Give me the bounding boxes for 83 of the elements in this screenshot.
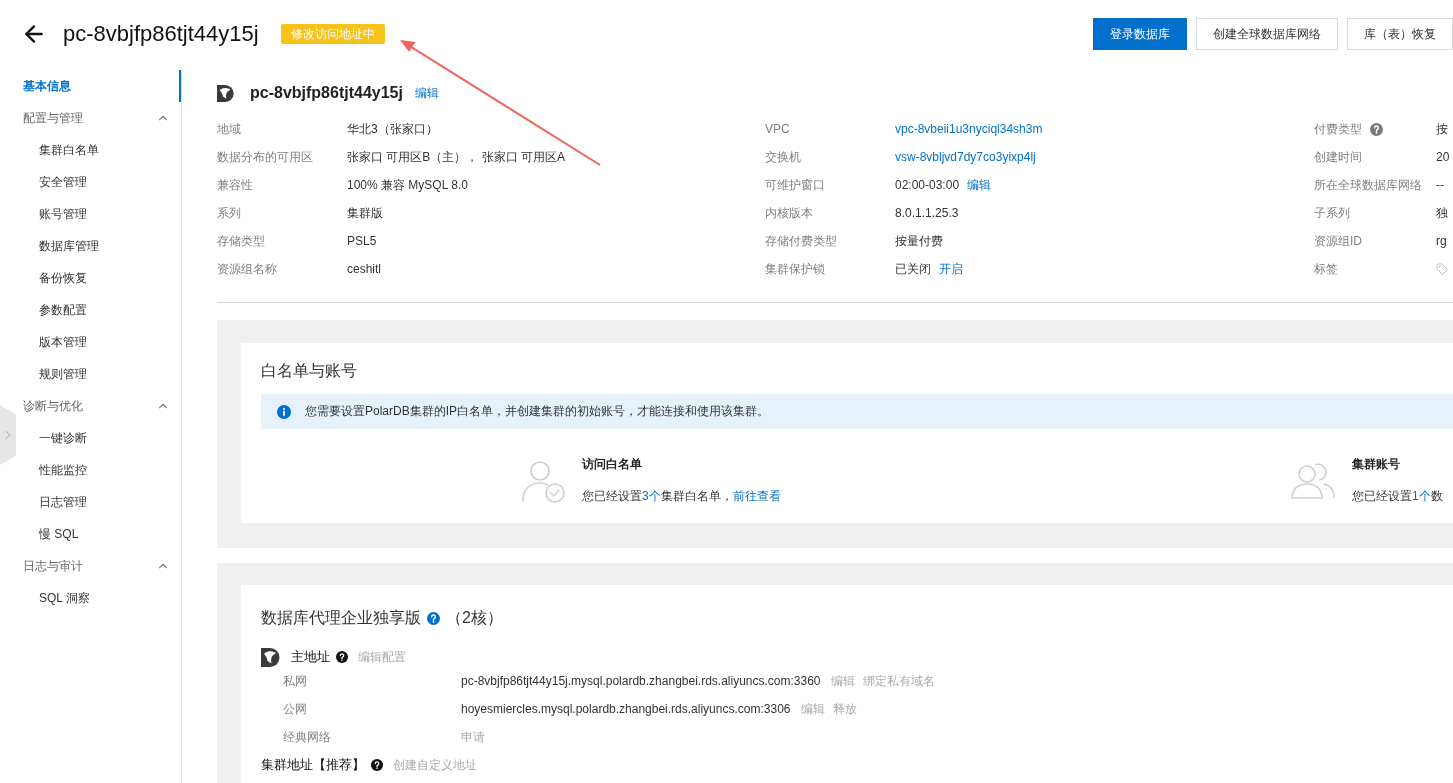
user-check-icon (520, 458, 566, 504)
field-label: 系列 (217, 204, 241, 222)
network-label: 私网 (282, 672, 308, 690)
field-value: 02:00-03:00 (895, 178, 960, 192)
field-label: 资源组名称 (217, 260, 277, 278)
field-label: 内核版本 (765, 204, 813, 222)
field-label: 兼容性 (217, 176, 253, 194)
action-link[interactable]: 开启 (939, 260, 963, 278)
card-title: 白名单与账号 (261, 361, 358, 381)
nav-item[interactable]: 日志管理 (16, 486, 181, 518)
primary-button[interactable]: 登录数据库 (1093, 18, 1187, 50)
card-title: 数据库代理企业独享版 (261, 608, 421, 628)
field-label: 子系列 (1314, 204, 1350, 222)
access-title: 集群账号 (1352, 456, 1401, 473)
field-label: 数据分布的可用区 (217, 148, 313, 166)
field-value: 独 (1436, 204, 1448, 222)
account-summary: 您已经设置1个数 (1352, 488, 1443, 505)
field-label: 集群保护锁 (765, 260, 825, 278)
nav-item[interactable]: 规则管理 (16, 358, 181, 390)
header-button[interactable]: 库（表）恢复 (1347, 18, 1453, 50)
field-label: 标签 (1314, 260, 1338, 278)
field-label: 可维护窗口 (765, 176, 825, 194)
field-label: 地域 (217, 120, 241, 138)
nav-item[interactable]: 性能监控 (16, 454, 181, 486)
field-value: 华北3（张家口） (347, 120, 438, 138)
field-label: 创建时间 (1314, 148, 1362, 166)
nav-group-header[interactable]: 日志与审计 (16, 550, 181, 582)
nav-item[interactable]: 账号管理 (16, 198, 181, 230)
nav-item[interactable]: 安全管理 (16, 166, 181, 198)
field-value: -- (1436, 178, 1444, 192)
field-value: 按 (1436, 120, 1448, 138)
cluster-name: pc-8vbjfp86tjt44y15j (250, 84, 403, 102)
field-label: 所在全球数据库网络 (1314, 176, 1422, 194)
value-link[interactable]: vsw-8vbljvd7dy7co3yixp4lj (895, 150, 1036, 164)
field-label: 付费类型 (1314, 120, 1362, 138)
status-badge: 修改访问地址中 (280, 24, 385, 44)
whitelist-summary: 您已经设置3个集群白名单，前往查看 (582, 488, 781, 505)
notice-text: 您需要设置PolarDB集群的IP白名单，并创建集群的初始账号，才能连接和使用该集群。 (305, 403, 770, 420)
field-value: 100% 兼容 MySQL 8.0 (347, 176, 468, 194)
network-label: 经典网络 (282, 728, 332, 746)
nav-group-header[interactable]: 诊断与优化 (16, 390, 181, 422)
nav-item[interactable]: 参数配置 (16, 294, 181, 326)
field-value: 按量付费 (895, 232, 943, 250)
info-icon (277, 404, 291, 419)
field-label: VPC (765, 122, 790, 136)
nav-item[interactable]: 集群白名单 (16, 134, 181, 166)
header-button[interactable]: 创建全球数据库网络 (1196, 18, 1338, 50)
address-value: pc-8vbjfp86tjt44y15j.mysql.polardb.zhangbei.rds.aliyuncs.com:3360 (461, 674, 821, 688)
core-count: （2核） (446, 608, 503, 628)
field-value: PSL5 (347, 234, 377, 248)
endpoint-name: 主地址 (291, 648, 330, 666)
nav-item[interactable]: 慢 SQL (16, 518, 181, 550)
help-icon[interactable] (336, 651, 348, 663)
view-link[interactable]: 前往查看 (732, 489, 781, 503)
help-icon[interactable] (371, 759, 383, 771)
field-label: 资源组ID (1314, 232, 1362, 250)
access-title: 访问白名单 (582, 456, 643, 473)
nav-item[interactable]: 数据库管理 (16, 230, 181, 262)
action-link[interactable]: 编辑 (967, 176, 992, 194)
nav-item[interactable]: SQL 洞察 (16, 582, 181, 614)
edit-link[interactable]: 编辑 (414, 84, 439, 102)
page-title: pc-8vbjfp86tjt44y15j (63, 20, 259, 48)
count-link[interactable]: 3个 (642, 489, 661, 503)
field-value: rg (1436, 234, 1447, 248)
nav-item[interactable]: 备份恢复 (16, 262, 181, 294)
endpoint-name: 集群地址【推荐】 (261, 756, 365, 774)
logo-icon (217, 84, 235, 102)
field-value: 已关闭 (895, 260, 931, 278)
value-link[interactable]: vpc-8vbeii1u3nyciql34sh3m (895, 122, 1043, 136)
network-label: 公网 (282, 700, 308, 718)
field-value: 20 (1436, 150, 1450, 164)
count-link[interactable]: 1个 (1412, 489, 1431, 503)
field-value: 张家口 可用区B（主）， 张家口 可用区A (347, 148, 565, 166)
field-value: 8.0.1.1.25.3 (895, 206, 959, 220)
field-value: 集群版 (347, 204, 383, 222)
field-label: 交换机 (765, 148, 801, 166)
nav-group-header[interactable]: 配置与管理 (16, 102, 181, 134)
field-label: 存储类型 (217, 232, 265, 250)
field-label: 存储付费类型 (765, 232, 837, 250)
address-value: hoyesmiercles.mysql.polardb.zhangbei.rds.aliyuncs.com:3306 (461, 702, 791, 716)
field-value: ceshitl (347, 262, 381, 276)
nav-item[interactable]: 版本管理 (16, 326, 181, 358)
nav-item[interactable]: 一键诊断 (16, 422, 181, 454)
